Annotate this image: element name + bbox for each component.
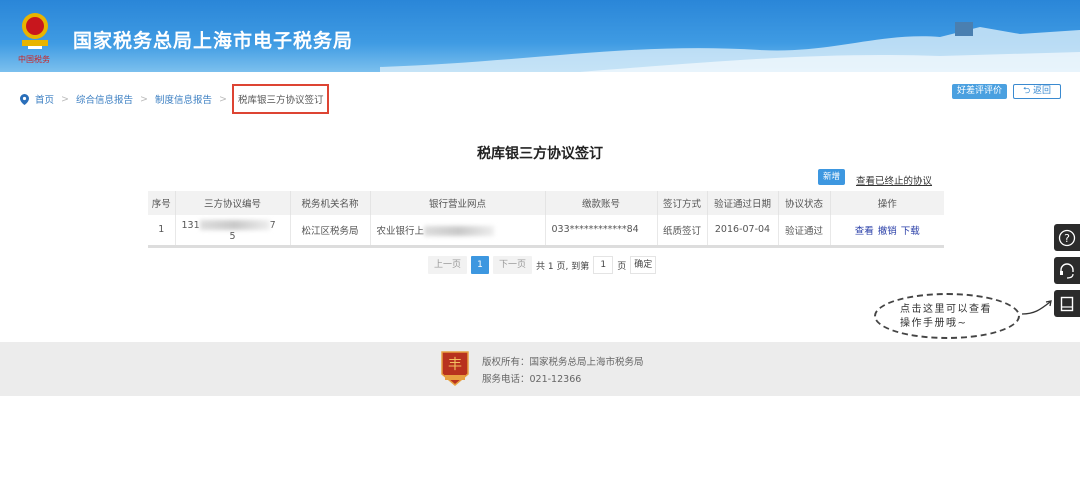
pagination: 上一页 1 下一页 共 1 页, 到第 1 页 确定 bbox=[428, 256, 657, 274]
back-button[interactable]: ⮌ 返回 bbox=[1013, 84, 1061, 99]
page-1-button[interactable]: 1 bbox=[471, 256, 490, 274]
svg-text:?: ? bbox=[1064, 232, 1070, 245]
bank-branch-text: 农业银行上 bbox=[376, 225, 425, 237]
customer-service-button[interactable] bbox=[1054, 257, 1080, 284]
cell-account: 033************84 bbox=[545, 215, 658, 248]
cell-bank-branch: 农业银行上 bbox=[370, 215, 546, 248]
agreement-table: 序号 三方协议编号 税务机关名称 银行营业网点 缴款账号 签订方式 验证通过日期… bbox=[148, 191, 944, 248]
table-row: 1 131 7 5 松江区税务局 农业银行上 033************84 纸… bbox=[148, 215, 944, 248]
cell-method: 纸质签订 bbox=[657, 215, 708, 248]
cell-status: 验证通过 bbox=[778, 215, 831, 248]
new-agreement-button[interactable]: 新增 bbox=[818, 169, 845, 185]
redacted-blur bbox=[424, 226, 495, 237]
view-terminated-link[interactable]: 查看已终止的协议 bbox=[856, 173, 932, 187]
customer-service-icon bbox=[1060, 262, 1074, 279]
agreement-no-tail2: 5 bbox=[229, 230, 236, 242]
col-account: 缴款账号 bbox=[545, 191, 658, 215]
breadcrumb-home[interactable]: 首页 bbox=[35, 92, 54, 106]
page-title: 税库银三方协议签订 bbox=[477, 146, 603, 162]
next-page-button[interactable]: 下一页 bbox=[493, 256, 533, 274]
location-pin-icon bbox=[20, 93, 29, 105]
tip-arrow-icon bbox=[1021, 300, 1052, 315]
evaluate-button[interactable]: 好差评评价 bbox=[952, 84, 1007, 99]
manual-tip-bubble: 点击这里可以查看 操作手册哦~ bbox=[874, 293, 1020, 339]
return-icon: ⮌ bbox=[1022, 86, 1034, 96]
page-unit: 页 bbox=[617, 261, 627, 272]
col-agreement-no: 三方协议编号 bbox=[175, 191, 291, 215]
footer-info: 版权所有：国家税务总局上海市税务局 服务电话：021-12366 bbox=[482, 354, 644, 388]
agreement-no-tail: 7 bbox=[269, 219, 276, 231]
great-wall-banner bbox=[380, 22, 1080, 72]
emblem-caption: 中国税务 bbox=[18, 55, 50, 64]
col-status: 协议状态 bbox=[778, 191, 831, 215]
breadcrumb-comprehensive-report[interactable]: 综合信息报告 bbox=[76, 92, 133, 106]
copyright: 版权所有：国家税务总局上海市税务局 bbox=[482, 357, 644, 368]
breadcrumb-current: 税库银三方协议签订 bbox=[231, 84, 330, 114]
col-tax-office: 税务机关名称 bbox=[290, 191, 371, 215]
col-index: 序号 bbox=[148, 191, 176, 215]
site-title: 国家税务总局上海市电子税务局 bbox=[73, 30, 354, 52]
col-method: 签订方式 bbox=[657, 191, 708, 215]
tax-emblem-icon bbox=[22, 13, 48, 49]
back-label: 返回 bbox=[1033, 86, 1052, 96]
footer: 丰 版权所有：国家税务总局上海市税务局 服务电话：021-12366 bbox=[0, 342, 1080, 396]
svg-text:丰: 丰 bbox=[448, 357, 462, 373]
revoke-link[interactable]: 撤销 bbox=[878, 226, 897, 237]
table-header: 序号 三方协议编号 税务机关名称 银行营业网点 缴款账号 签订方式 验证通过日期… bbox=[148, 191, 944, 215]
manual-icon bbox=[1060, 296, 1074, 311]
breadcrumb-system-report[interactable]: 制度信息报告 bbox=[155, 92, 212, 106]
cell-ops: 查看 撤销 下载 bbox=[830, 215, 944, 248]
col-bank-branch: 银行营业网点 bbox=[370, 191, 546, 215]
cell-index: 1 bbox=[148, 215, 176, 248]
redacted-blur bbox=[199, 220, 270, 231]
col-date: 验证通过日期 bbox=[707, 191, 779, 215]
prev-page-button[interactable]: 上一页 bbox=[428, 256, 468, 274]
goto-confirm-button[interactable]: 确定 bbox=[630, 256, 657, 274]
page-total: 共 1 页, 到第 bbox=[536, 261, 590, 272]
tip-line2: 操作手册哦~ bbox=[900, 318, 968, 329]
tip-line1: 点击这里可以查看 bbox=[900, 304, 992, 315]
help-icon: ? bbox=[1058, 229, 1076, 246]
view-link[interactable]: 查看 bbox=[855, 226, 874, 237]
manual-button[interactable] bbox=[1054, 290, 1080, 317]
site-header: 中国税务 国家税务总局上海市电子税务局 bbox=[0, 0, 1080, 72]
agreement-no-text: 131 bbox=[181, 219, 200, 231]
cell-tax-office: 松江区税务局 bbox=[290, 215, 371, 248]
goto-page-input[interactable]: 1 bbox=[593, 256, 614, 274]
cell-agreement-no: 131 7 5 bbox=[175, 215, 291, 248]
breadcrumb: 首页 > 综合信息报告 > 制度信息报告 > 税库银三方协议签订 bbox=[20, 84, 330, 114]
download-link[interactable]: 下载 bbox=[901, 226, 920, 237]
help-button[interactable]: ? bbox=[1054, 224, 1080, 251]
cell-date: 2016-07-04 bbox=[707, 215, 779, 248]
col-ops: 操作 bbox=[830, 191, 944, 215]
tax-shield-logo: 丰 bbox=[441, 351, 469, 386]
service-phone: 服务电话：021-12366 bbox=[482, 374, 582, 385]
